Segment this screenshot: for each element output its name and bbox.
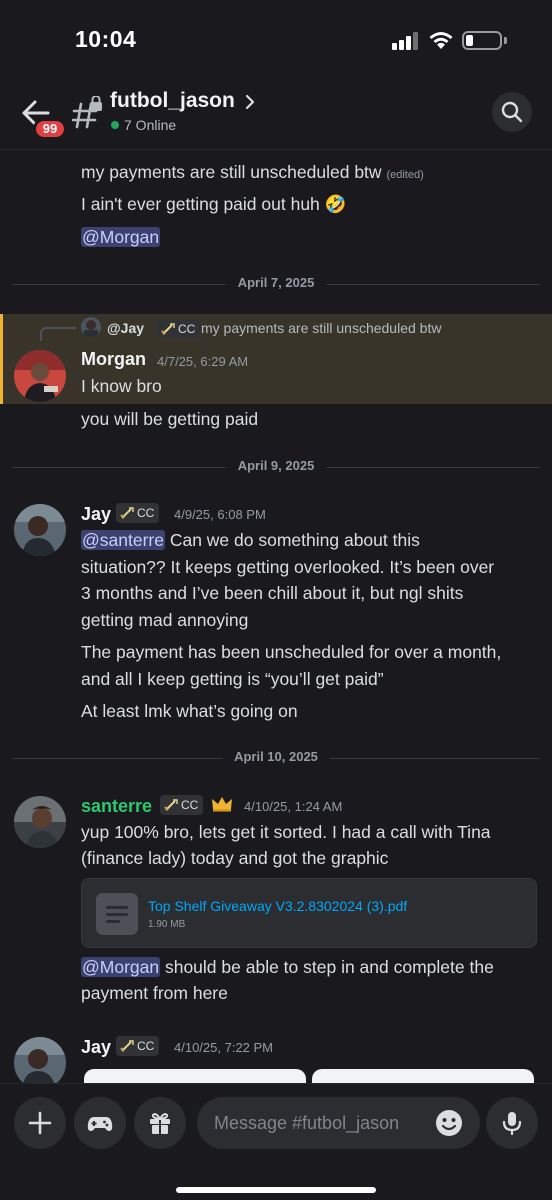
message-text: situation?? It keeps getting overlooked.…	[81, 557, 495, 577]
role-label: CC	[178, 322, 196, 336]
file-attachment[interactable]: Top Shelf Giveaway V3.2.8302024 (3).pdf …	[81, 878, 537, 948]
unread-badge: 99	[33, 118, 67, 140]
role-sword-icon	[120, 507, 134, 519]
channel-header: 99 futbol_jason 7 Online	[0, 80, 552, 150]
timestamp: 4/10/25, 7:22 PM	[174, 1040, 274, 1055]
timestamp: 4/9/25, 6:08 PM	[174, 507, 266, 522]
emoji-icon[interactable]	[434, 1108, 464, 1138]
avatar[interactable]	[14, 504, 66, 556]
image-embed[interactable]	[312, 1069, 534, 1083]
message-text: @santerre Can we do something about this	[81, 530, 420, 551]
user-mention[interactable]: @Morgan	[81, 227, 161, 247]
message-text: and all I keep getting is “you’ll get pa…	[81, 669, 384, 689]
username[interactable]: Jay	[81, 1037, 111, 1058]
edited-label: (edited)	[386, 169, 424, 181]
online-status-dot	[111, 121, 119, 129]
online-text: 7 Online	[124, 117, 177, 133]
role-label: CC	[137, 506, 155, 520]
message-text: @Morgan should be able to step in and co…	[81, 957, 494, 978]
date-divider: April 9, 2025	[12, 458, 540, 476]
search-icon	[501, 101, 523, 123]
role-tag[interactable]: CC	[116, 1036, 160, 1056]
file-icon	[96, 893, 138, 935]
message-text: my payments are still unscheduled btw (e…	[81, 162, 424, 183]
timestamp: 4/7/25, 6:29 AM	[157, 354, 249, 369]
user-mention[interactable]: @Morgan	[81, 957, 161, 977]
mention-highlight-bar	[0, 314, 3, 404]
role-sword-icon	[164, 799, 178, 811]
microphone-icon	[502, 1112, 522, 1136]
role-sword-icon	[120, 1040, 134, 1052]
date-divider: April 10, 2025	[12, 749, 540, 767]
private-channel-icon	[72, 96, 102, 129]
date-divider: April 7, 2025	[12, 275, 540, 293]
message-text: @Morgan	[81, 227, 161, 248]
message-line: my payments are still unscheduled btw	[81, 162, 382, 182]
user-mention[interactable]: @santerre	[81, 530, 165, 550]
reply-preview[interactable]: my payments are still unscheduled btw	[201, 320, 441, 336]
gift-button[interactable]	[134, 1097, 186, 1149]
message-list[interactable]: my payments are still unscheduled btw (e…	[0, 151, 552, 1083]
message-text: you will be getting paid	[81, 409, 259, 429]
date-label: April 10, 2025	[222, 749, 330, 764]
file-name-link[interactable]: Top Shelf Giveaway V3.2.8302024 (3).pdf	[148, 898, 407, 914]
avatar[interactable]	[14, 796, 66, 848]
username[interactable]: santerre	[81, 796, 152, 817]
role-tag[interactable]: CC	[116, 503, 160, 523]
file-size: 1.90 MB	[148, 919, 186, 930]
message-text: payment from here	[81, 983, 228, 1003]
cellular-signal-icon	[392, 32, 420, 50]
battery-tip	[504, 37, 507, 44]
message-text: I ain't ever getting paid out huh 🤣	[81, 194, 347, 214]
timestamp: 4/10/25, 1:24 AM	[244, 799, 343, 814]
message-text: At least lmk what’s going on	[81, 701, 298, 721]
message-text: yup 100% bro, lets get it sorted. I had …	[81, 822, 491, 842]
wifi-icon	[429, 32, 453, 49]
home-indicator[interactable]	[176, 1187, 376, 1193]
image-embed[interactable]	[84, 1069, 306, 1083]
role-label: CC	[181, 798, 199, 812]
reply-author[interactable]: @Jay	[107, 320, 144, 336]
reply-connector	[40, 327, 76, 341]
highlighted-message[interactable]: @Jay CC my payments are still unschedule…	[0, 314, 552, 404]
avatar[interactable]	[14, 350, 66, 402]
message-line: Can we do something about this	[164, 530, 420, 550]
avatar[interactable]	[14, 1037, 66, 1083]
role-tag[interactable]: CC	[160, 795, 204, 815]
chevron-right-icon[interactable]	[243, 92, 257, 112]
username[interactable]: Morgan	[81, 349, 146, 370]
message-text: getting mad annoying	[81, 610, 249, 630]
plus-icon	[28, 1111, 52, 1135]
role-label: CC	[137, 1039, 155, 1053]
activities-button[interactable]	[74, 1097, 126, 1149]
message-line: should be able to step in and complete t…	[160, 957, 494, 977]
status-time: 10:04	[75, 26, 137, 52]
channel-name[interactable]: futbol_jason	[110, 89, 235, 113]
message-composer	[0, 1083, 552, 1200]
role-tag[interactable]: CC	[157, 320, 201, 338]
status-bar: 10:04	[0, 0, 552, 80]
add-attachment-button[interactable]	[14, 1097, 66, 1149]
message-text: The payment has been unscheduled for ove…	[81, 642, 502, 662]
online-count: 7 Online	[111, 117, 176, 133]
date-label: April 9, 2025	[225, 458, 327, 473]
reply-avatar[interactable]	[81, 317, 101, 337]
battery-icon	[462, 31, 502, 50]
message-text: (finance lady) today and got the graphic	[81, 848, 389, 868]
date-label: April 7, 2025	[225, 275, 327, 290]
voice-message-button[interactable]	[486, 1097, 538, 1149]
crown-icon	[212, 797, 232, 812]
role-sword-icon	[161, 323, 175, 335]
search-button[interactable]	[492, 92, 532, 132]
message-text: I know bro	[81, 376, 162, 396]
gamepad-icon	[87, 1117, 113, 1131]
username[interactable]: Jay	[81, 504, 111, 525]
gift-icon	[150, 1113, 170, 1134]
message-text: 3 months and I’ve been chill about it, b…	[81, 583, 464, 603]
